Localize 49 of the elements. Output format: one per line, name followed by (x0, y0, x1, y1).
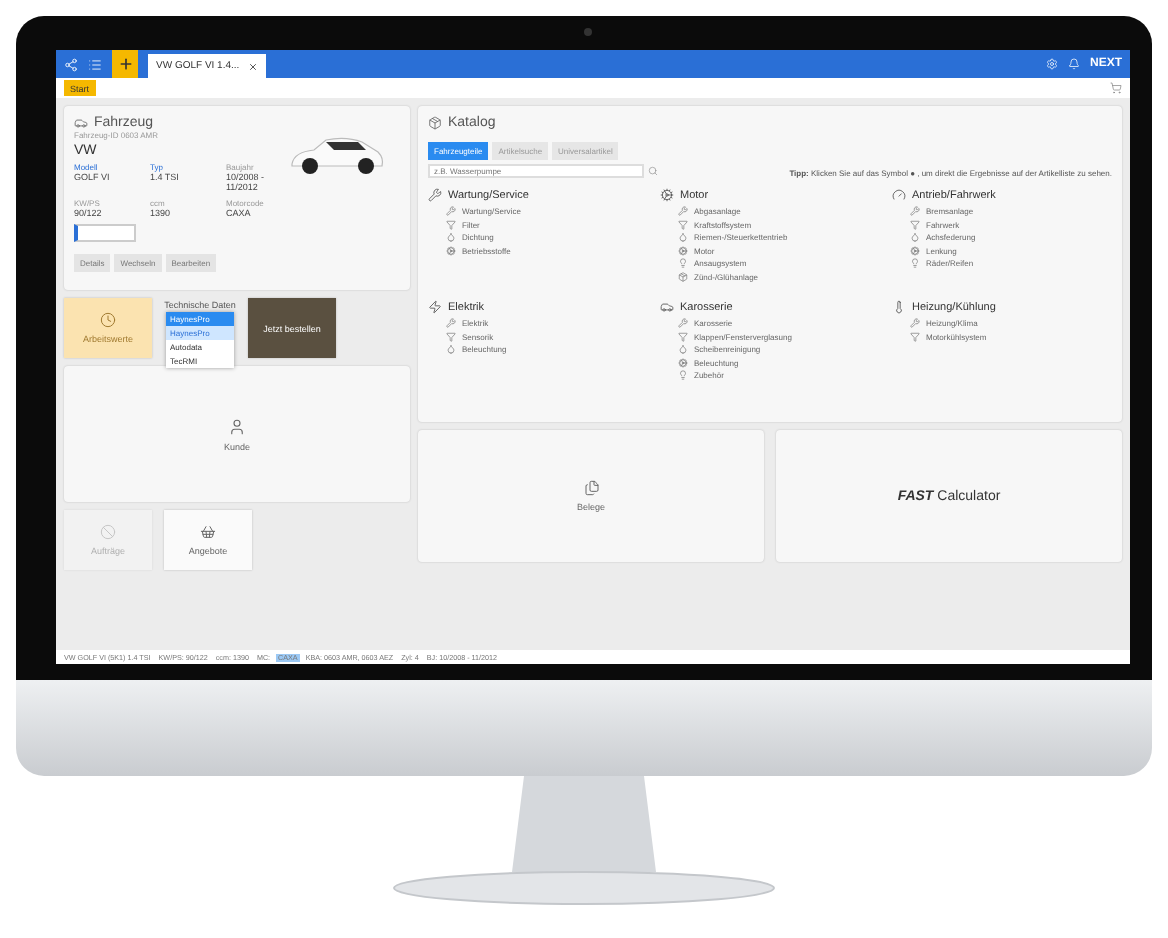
lightbulb-icon (678, 370, 688, 380)
search-icon (648, 166, 658, 176)
circle-icon (100, 524, 116, 540)
lightbulb-icon (678, 258, 688, 268)
add-button[interactable] (112, 50, 138, 78)
filter-icon (446, 331, 456, 341)
plus-icon (117, 56, 133, 72)
settings-icon (1045, 58, 1058, 70)
wrench-icon (678, 318, 688, 328)
lightbulb-icon (910, 258, 920, 268)
wrench-icon (678, 206, 688, 216)
documents-icon (583, 480, 599, 496)
person-icon (228, 417, 246, 435)
wrench-icon (910, 206, 920, 216)
gear-icon (678, 245, 688, 255)
filter-icon (678, 331, 688, 341)
filter-icon (910, 219, 920, 229)
input-field[interactable] (74, 224, 136, 242)
wrench-icon (910, 318, 920, 328)
gear-icon (910, 245, 920, 255)
filter-icon (678, 219, 688, 229)
wrench-icon (446, 318, 456, 328)
gear-icon (446, 245, 456, 255)
package-icon (678, 271, 688, 281)
thermometer-icon (892, 300, 906, 314)
basket-icon (200, 524, 216, 540)
gauge-icon (892, 188, 906, 202)
droplet-icon (678, 232, 688, 242)
gear-icon (660, 188, 674, 202)
box-icon (428, 116, 442, 130)
wrench-icon (446, 206, 456, 216)
droplet-icon (446, 344, 456, 354)
filter-icon (446, 219, 456, 229)
car-icon (74, 116, 88, 130)
wrench-icon (428, 188, 442, 202)
droplet-icon (910, 232, 920, 242)
cart-icon (1110, 82, 1122, 94)
bell-icon (1067, 58, 1080, 70)
droplet-icon (678, 344, 688, 354)
clock-icon (100, 312, 116, 328)
camera-dot (584, 28, 592, 36)
list-icon (88, 57, 102, 71)
droplet-icon (446, 232, 456, 242)
gear-icon (678, 357, 688, 367)
share-icon (64, 57, 78, 71)
car-icon (660, 300, 674, 314)
filter-icon (910, 331, 920, 341)
lightning-icon (428, 300, 442, 314)
car-drawing (286, 134, 386, 178)
